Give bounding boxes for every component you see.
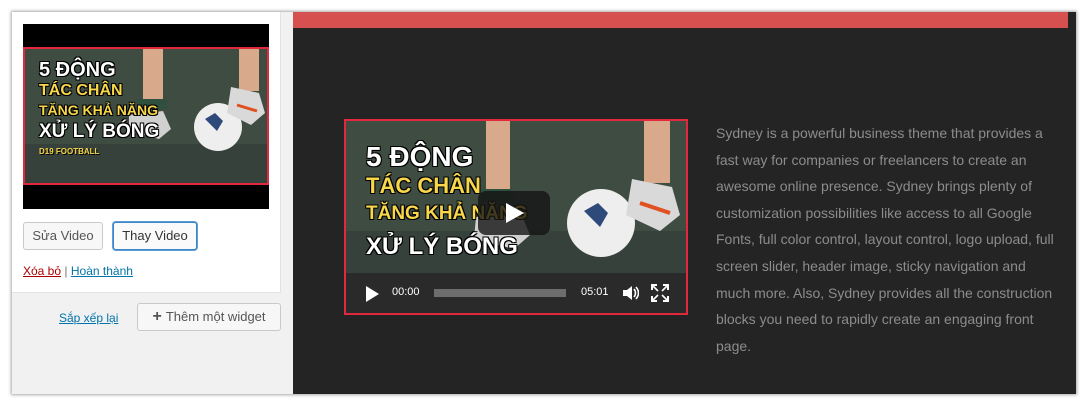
volume-icon[interactable] [621, 284, 639, 302]
edit-video-button[interactable]: Sửa Video [23, 222, 103, 250]
thumb-line-3: TĂNG KHẢ NĂNG [39, 102, 158, 118]
link-separator: | [64, 264, 68, 278]
thumbnail-title: 5 ĐỘNG TÁC CHÂN TĂNG KHẢ NĂNG XỬ LÝ BÓNG… [39, 59, 159, 156]
play-pause-icon[interactable] [366, 286, 379, 302]
thumb-line-1: 5 ĐỘNG [39, 59, 116, 81]
duration: 05:01 [581, 286, 609, 298]
replace-video-button[interactable]: Thay Video [113, 222, 197, 250]
player-line-4: XỬ LÝ BÓNG [366, 233, 518, 260]
header-accent-bar [293, 12, 1068, 28]
play-icon [506, 203, 524, 223]
big-play-button[interactable] [478, 191, 550, 235]
video-widget-panel: 5 ĐỘNG TÁC CHÂN TĂNG KHẢ NĂNG XỬ LÝ BÓNG… [12, 12, 281, 293]
player-controls: 00:00 05:01 [346, 273, 686, 313]
video-player[interactable]: 5 ĐỘNG TÁC CHÂN TĂNG KHẢ NĂNG XỬ LÝ BÓNG… [344, 119, 688, 315]
customizer-frame: 5 ĐỘNG TÁC CHÂN TĂNG KHẢ NĂNG XỬ LÝ BÓNG… [12, 12, 1076, 394]
thumb-line-4: XỬ LÝ BÓNG [39, 121, 160, 142]
fullscreen-icon[interactable] [651, 284, 669, 302]
thumbnail-image: 5 ĐỘNG TÁC CHÂN TĂNG KHẢ NĂNG XỬ LÝ BÓNG… [23, 47, 269, 185]
delete-link[interactable]: Xóa bỏ [23, 264, 61, 278]
plus-icon: + [152, 308, 162, 325]
theme-description: Sydney is a powerful business theme that… [716, 125, 1054, 354]
thumb-channel: D19 FOOTBALL [39, 147, 100, 156]
player-line-1: 5 ĐỘNG [366, 141, 474, 172]
done-link[interactable]: Hoàn thành [71, 264, 133, 278]
widget-actions: Xóa bỏ | Hoàn thành [23, 264, 133, 278]
progress-slider[interactable] [434, 289, 566, 297]
thumb-line-2: TÁC CHÂN [39, 82, 123, 99]
video-thumbnail: 5 ĐỘNG TÁC CHÂN TĂNG KHẢ NĂNG XỬ LÝ BÓNG… [23, 24, 269, 209]
add-widget-button[interactable]: + Thêm một widget [137, 303, 281, 331]
reorder-link[interactable]: Sắp xếp lại [59, 311, 118, 325]
add-widget-label: Thêm một widget [165, 309, 266, 324]
current-time: 00:00 [392, 286, 420, 298]
site-preview: 5 ĐỘNG TÁC CHÂN TĂNG KHẢ NĂNG XỬ LÝ BÓNG… [293, 12, 1076, 394]
